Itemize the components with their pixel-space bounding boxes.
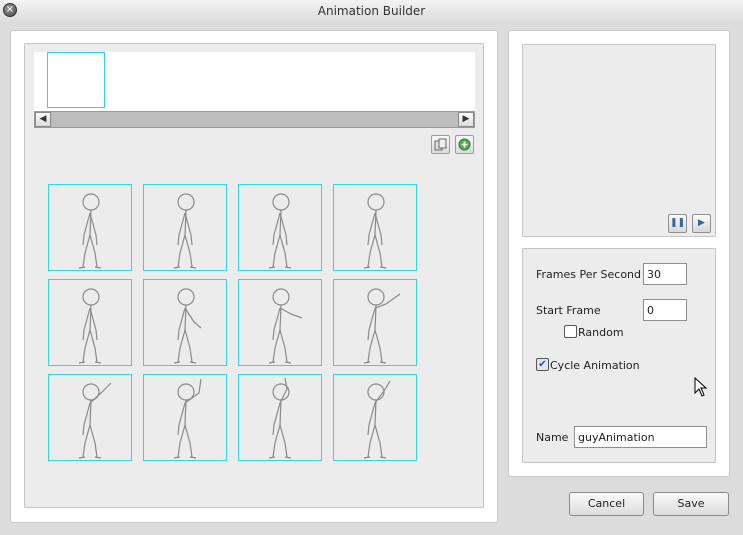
start-frame-input[interactable] (643, 299, 687, 321)
animation-frame[interactable] (48, 279, 132, 366)
stick-figure-icon (78, 382, 112, 459)
fps-input[interactable] (643, 263, 687, 285)
add-frame-icon (458, 138, 471, 151)
stick-figure-icon (173, 193, 197, 269)
animation-frame[interactable] (333, 279, 417, 366)
mouse-cursor-icon (694, 377, 708, 397)
play-icon: ▶ (698, 218, 705, 228)
random-label: Random (578, 326, 624, 339)
stick-figure-icon (78, 193, 102, 269)
copy-frames-icon (434, 138, 447, 151)
animation-frame[interactable] (238, 279, 322, 366)
animation-preview: ❚❚ ▶ (522, 44, 716, 237)
stick-figure-icon (268, 193, 292, 269)
cycle-animation-label: Cycle Animation (550, 359, 640, 372)
copy-frames-button[interactable] (431, 135, 450, 154)
scroll-right-icon[interactable]: ▶ (458, 112, 474, 127)
stick-figure-icon (268, 377, 292, 459)
start-frame-label: Start Frame (536, 304, 601, 317)
timeline-frame-slot[interactable] (47, 52, 105, 108)
animation-frame[interactable] (238, 374, 322, 461)
name-label: Name (536, 431, 569, 444)
animation-frame[interactable] (48, 184, 132, 271)
stick-figure-icon (363, 193, 387, 269)
play-button[interactable]: ▶ (692, 214, 711, 233)
pause-icon: ❚❚ (669, 218, 686, 228)
animation-frame[interactable] (143, 279, 227, 366)
animation-frame[interactable] (333, 184, 417, 271)
animation-frame[interactable] (143, 374, 227, 461)
scroll-left-icon[interactable]: ◀ (35, 112, 51, 127)
stick-figure-icon (173, 378, 202, 459)
stick-figure-icon (363, 380, 391, 459)
save-button[interactable]: Save (653, 492, 729, 516)
title-bar: × Animation Builder (0, 0, 743, 23)
window-title: Animation Builder (317, 4, 426, 18)
fps-label: Frames Per Second (536, 268, 642, 281)
stick-figure-icon (78, 288, 102, 364)
animation-frame[interactable] (238, 184, 322, 271)
animation-settings: Frames Per Second Start Frame Random ✔ C… (522, 248, 716, 463)
stick-figure-icon (173, 288, 202, 364)
animation-frame[interactable] (333, 374, 417, 461)
stick-figure-icon (268, 288, 303, 364)
stick-figure-icon (363, 288, 401, 364)
animation-frame[interactable] (48, 374, 132, 461)
pause-button[interactable]: ❚❚ (668, 214, 687, 233)
cycle-animation-checkbox[interactable]: ✔ (536, 358, 549, 371)
animation-frame[interactable] (143, 184, 227, 271)
name-input[interactable] (574, 426, 707, 448)
random-checkbox[interactable] (564, 325, 577, 338)
add-frame-button[interactable] (455, 135, 474, 154)
timeline-scrollbar[interactable]: ◀ ▶ (34, 111, 475, 128)
cancel-button[interactable]: Cancel (569, 492, 644, 516)
